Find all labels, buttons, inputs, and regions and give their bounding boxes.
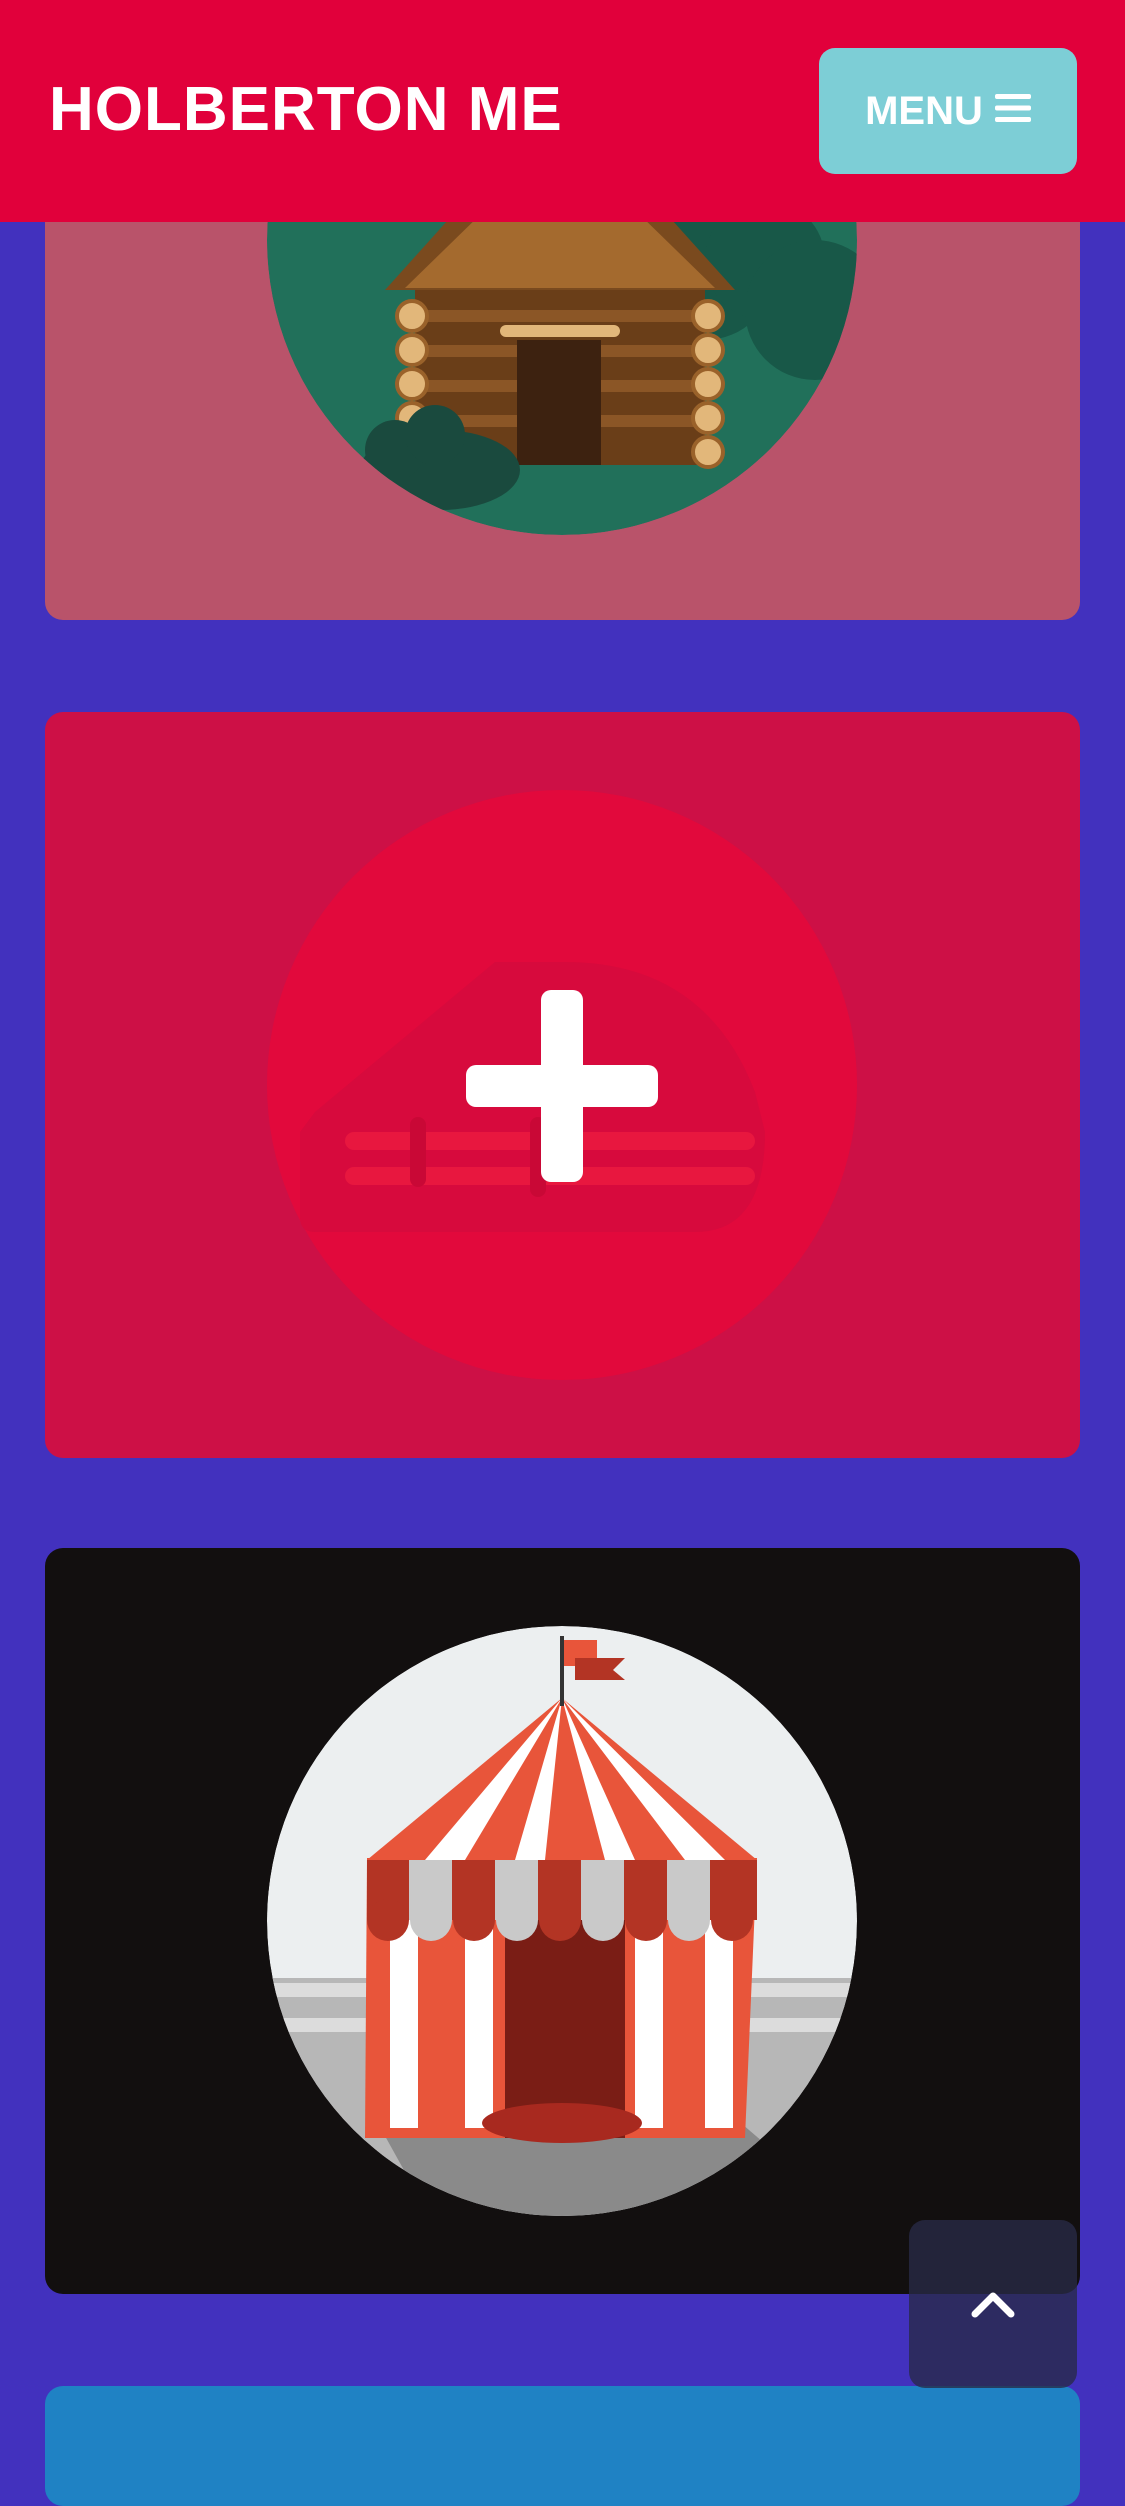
project-card-circus[interactable] bbox=[45, 1548, 1080, 2294]
hamburger-icon bbox=[994, 89, 1031, 134]
menu-label: MENU bbox=[865, 88, 983, 133]
circus-illustration bbox=[267, 1626, 857, 2216]
menu-button[interactable]: MENU bbox=[819, 48, 1077, 174]
project-card-add[interactable] bbox=[45, 712, 1080, 1458]
back-to-top-button[interactable] bbox=[909, 2220, 1077, 2388]
chevron-up-icon bbox=[971, 2292, 1015, 2318]
site-header: HOLBERTON ME MENU bbox=[0, 0, 1125, 222]
site-title[interactable]: HOLBERTON ME bbox=[49, 74, 563, 145]
add-illustration bbox=[267, 790, 857, 1380]
project-card-blue[interactable] bbox=[45, 2386, 1080, 2506]
